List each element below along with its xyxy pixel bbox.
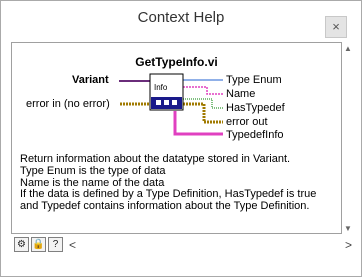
terminal-1	[156, 100, 161, 105]
question-icon[interactable]: ?	[48, 237, 63, 252]
scroll-up-icon[interactable]: ▲	[344, 44, 352, 53]
vertical-scrollbar[interactable]: ▲ ▼	[343, 42, 355, 234]
output-label-has-typedef: HasTypedef	[226, 102, 285, 114]
terminal-2	[164, 100, 169, 105]
help-description: Return information about the datatype st…	[20, 153, 330, 213]
name-wire	[183, 86, 223, 95]
help-content-panel: GetTypeInfo.vi Variant error in (no erro…	[11, 42, 342, 234]
scroll-down-icon[interactable]: ▼	[344, 224, 352, 233]
vi-icon-text: Info	[154, 83, 168, 92]
error-out-wire	[183, 102, 223, 124]
scroll-left-icon[interactable]: <	[69, 238, 76, 252]
context-help-window: Context Help × GetTypeInfo.vi Variant er…	[0, 0, 362, 277]
vi-name: GetTypeInfo.vi	[135, 55, 218, 69]
description-line: If the data is defined by a Type Definit…	[20, 188, 317, 213]
output-label-name: Name	[226, 88, 256, 100]
output-label-typedef-info: TypedefInfo	[226, 129, 284, 141]
input-label-variant: Variant	[72, 74, 109, 86]
input-label-error-in: error in (no error)	[26, 98, 110, 110]
title-bar: Context Help ×	[1, 1, 361, 38]
window-title: Context Help	[137, 9, 225, 26]
scroll-right-icon[interactable]: >	[345, 238, 352, 252]
terminal-3	[172, 100, 177, 105]
description-line: Type Enum is the type of data	[20, 164, 166, 177]
close-button[interactable]: ×	[325, 16, 347, 38]
detailed-help-icon[interactable]: ⚙	[14, 237, 29, 252]
output-label-error-out: error out	[226, 116, 268, 128]
help-toolbar: ⚙ 🔒 ? < >	[11, 237, 356, 255]
typedef-info-wire	[173, 111, 223, 136]
output-label-type-enum: Type Enum	[226, 74, 282, 86]
lock-icon[interactable]: 🔒	[31, 237, 46, 252]
